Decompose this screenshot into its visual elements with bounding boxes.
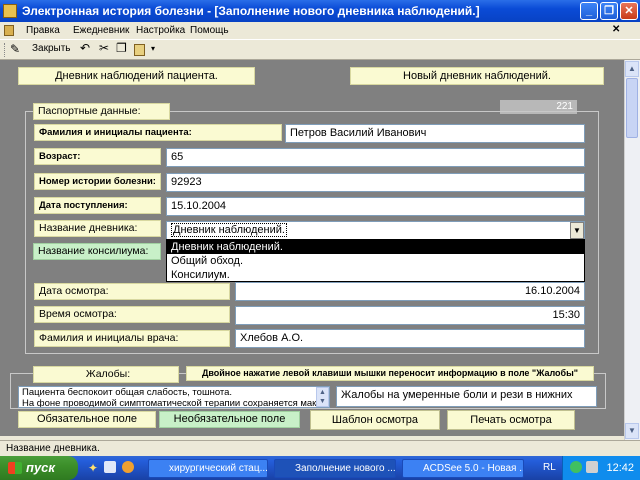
patient-name-label: Фамилия и инициалы пациента:	[34, 124, 282, 141]
exam-time-field[interactable]: 15:30	[235, 306, 585, 325]
browser-icon[interactable]	[122, 461, 134, 473]
diary-title: Дневник наблюдений пациента.	[18, 67, 255, 85]
menu-item-planner[interactable]: Ежедневник	[73, 25, 129, 36]
window-title: Электронная история болезни - [Заполнени…	[22, 4, 480, 18]
taskbar-item-acdsee[interactable]: ACDSee 5.0 - Новая ...	[402, 459, 524, 478]
admission-date-field[interactable]: 15.10.2004	[166, 197, 585, 216]
toolbar-grip	[4, 43, 6, 57]
taskbar-item-new-diary[interactable]: Заполнение нового ...	[274, 459, 396, 478]
minimize-button[interactable]: _	[580, 2, 598, 20]
diary-name-value: Дневник наблюдений.	[171, 223, 287, 237]
doc-icon[interactable]	[4, 25, 14, 36]
exam-time-label: Время осмотра:	[34, 306, 230, 323]
clock: 12:42	[606, 462, 634, 474]
cut-icon[interactable]: ✂	[99, 41, 109, 55]
passport-group-title: Паспортные данные:	[33, 103, 170, 120]
history-number-field[interactable]: 92923	[166, 173, 585, 192]
start-label: пуск	[26, 460, 55, 475]
language-indicator[interactable]: RL	[543, 462, 556, 473]
menu-item-settings[interactable]: Настройка	[136, 25, 185, 36]
chevron-down-icon[interactable]: ▼	[570, 222, 584, 239]
diary-name-select[interactable]: Дневник наблюдений.	[166, 221, 585, 240]
app-icon	[3, 4, 17, 18]
complaints-group-title: Жалобы:	[33, 366, 179, 383]
restore-button[interactable]: ❐	[600, 2, 618, 20]
patient-name-field[interactable]: Петров Василий Иванович	[285, 124, 585, 143]
required-field-legend: Обязательное поле	[18, 411, 156, 428]
tray-monitor-icon[interactable]	[586, 461, 598, 473]
close-window-button[interactable]: ✕	[620, 2, 638, 20]
complaint-template-item[interactable]: Пациента беспокоит общая слабость, тошно…	[22, 387, 329, 398]
new-diary-title: Новый дневник наблюдений.	[350, 67, 604, 85]
complaints-hint: Двойное нажатие левой клавиши мышки пере…	[186, 366, 594, 381]
doctor-name-field[interactable]: Хлебов А.О.	[235, 329, 585, 348]
exam-date-label: Дата осмотра:	[34, 283, 230, 300]
mdi-close-icon[interactable]: ✕	[612, 24, 620, 35]
complaints-templates-list[interactable]: Пациента беспокоит общая слабость, тошно…	[18, 386, 330, 408]
quicklaunch-icon[interactable]: ✦	[88, 461, 98, 475]
diary-name-label: Название дневника:	[34, 220, 161, 237]
desktop-icon[interactable]	[104, 461, 116, 473]
diary-dropdown-list: Дневник наблюдений. Общий обход. Консили…	[166, 239, 585, 282]
list-scroll-arrows[interactable]: ▲ ▼	[316, 387, 329, 407]
dropdown-option-round[interactable]: Общий обход.	[167, 254, 584, 268]
window-titlebar: Электронная история болезни - [Заполнени…	[0, 0, 640, 22]
exam-date-field[interactable]: 16.10.2004	[235, 282, 585, 301]
admission-date-label: Дата поступления:	[34, 197, 161, 214]
taskbar-item-surgery[interactable]: хирургический стац...	[148, 459, 268, 478]
paste-icon[interactable]	[134, 44, 145, 56]
close-form-button[interactable]: Закрыть	[32, 43, 71, 54]
print-exam-button[interactable]: Печать осмотра	[447, 410, 575, 430]
undo-icon[interactable]: ↶	[80, 41, 90, 55]
tools-icon[interactable]: ✎	[10, 42, 20, 56]
tray-icon[interactable]	[570, 461, 582, 473]
menu-bar: Правка Ежедневник Настройка Помощь ✕	[0, 22, 640, 40]
scroll-down-icon[interactable]: ▼	[625, 423, 639, 439]
scroll-up-icon[interactable]: ▲	[625, 61, 639, 77]
doctor-name-label: Фамилия и инициалы врача:	[34, 330, 230, 347]
exam-template-button[interactable]: Шаблон осмотра	[310, 410, 440, 430]
copy-icon[interactable]: ❐	[116, 41, 127, 55]
history-number-label: Номер истории болезни:	[34, 173, 161, 190]
dropdown-option-council[interactable]: Консилиум.	[167, 268, 584, 282]
age-label: Возраст:	[34, 148, 161, 165]
council-name-label: Название консилиума:	[33, 243, 161, 260]
scroll-thumb[interactable]	[626, 78, 638, 138]
age-field[interactable]: 65	[166, 148, 585, 167]
complaint-template-item[interactable]: На фоне проводимой симптоматической тера…	[22, 398, 329, 407]
complaints-text-field[interactable]: Жалобы на умеренные боли и рези в нижних	[336, 386, 597, 407]
windows-logo-icon	[8, 462, 22, 474]
toolbar-overflow-icon[interactable]: ▾	[151, 44, 155, 53]
toolbar: ✎ Закрыть ↶ ✂ ❐ ▾	[0, 40, 640, 60]
dropdown-option-diary[interactable]: Дневник наблюдений.	[167, 240, 584, 254]
optional-field-legend: Необязательное поле	[159, 411, 300, 428]
status-bar: Название дневника.	[0, 440, 640, 456]
menu-item-help[interactable]: Помощь	[190, 25, 229, 36]
menu-item-edit[interactable]: Правка	[26, 25, 60, 36]
